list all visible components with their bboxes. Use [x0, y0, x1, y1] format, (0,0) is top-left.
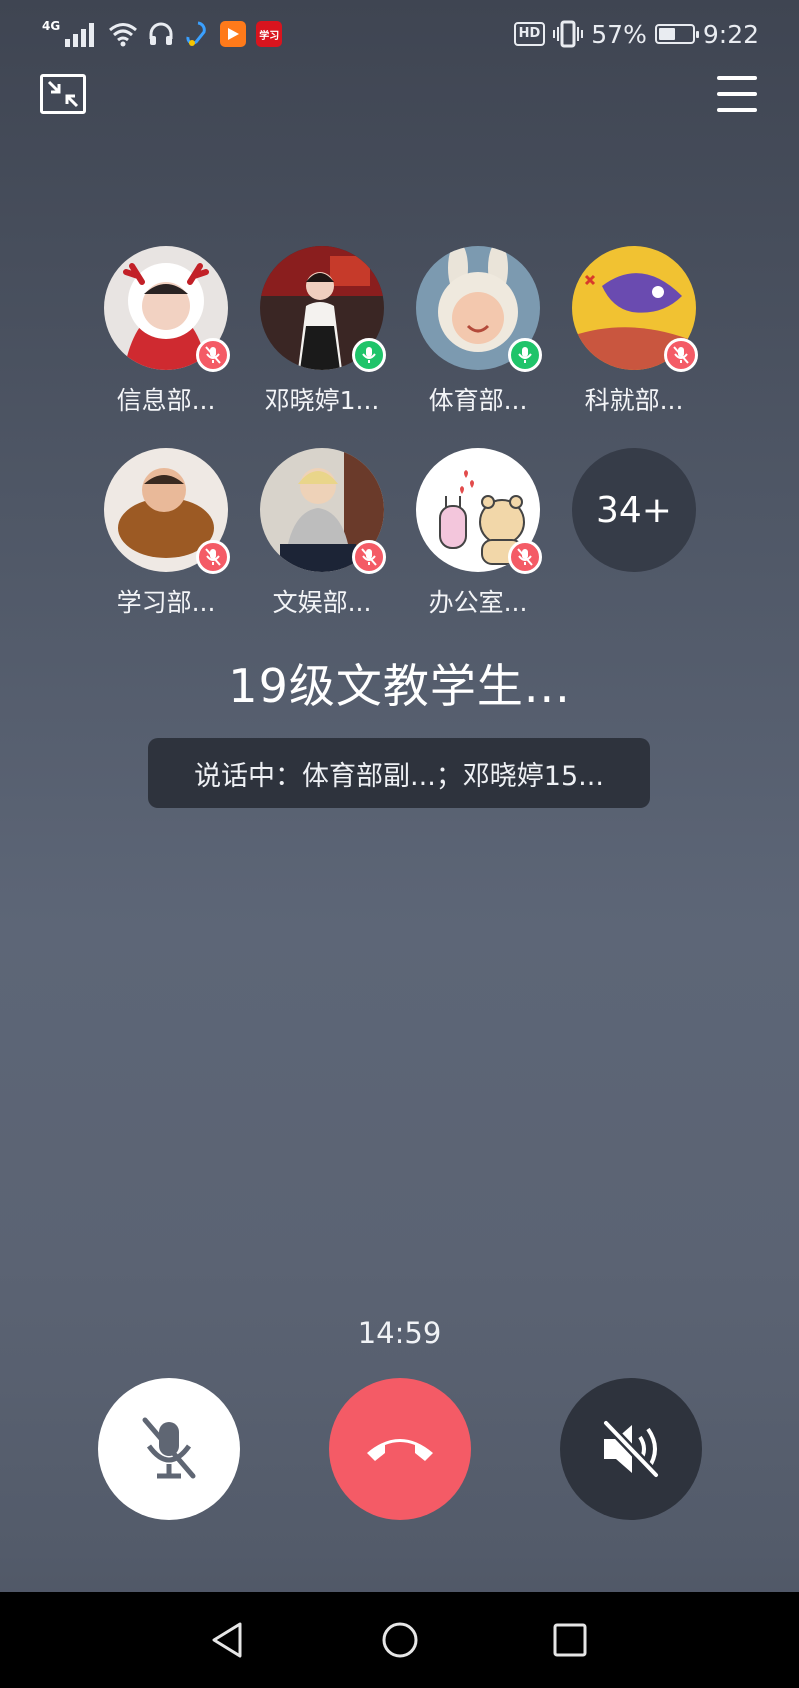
battery-fill	[658, 28, 676, 40]
mic-muted-icon	[352, 540, 386, 574]
battery-percent: 57%	[591, 19, 647, 49]
mic-muted-icon	[508, 540, 542, 574]
menu-button[interactable]	[717, 74, 757, 114]
speaker-button[interactable]	[560, 1378, 702, 1520]
app-play-icon	[220, 21, 247, 47]
home-icon	[382, 1622, 418, 1658]
recents-icon	[553, 1623, 587, 1657]
battery-icon	[654, 24, 699, 44]
back-icon	[212, 1622, 242, 1658]
menu-line	[717, 76, 757, 80]
mic-muted-icon	[196, 540, 230, 574]
speaking-indicator: 说话中：体育部副...；邓晓婷15...	[148, 738, 650, 808]
home-button[interactable]	[380, 1620, 420, 1660]
status-bar-left: 4G 学习	[42, 16, 283, 52]
participant[interactable]: 文娱部...	[260, 448, 386, 620]
participant-name: 办公室...	[428, 588, 528, 617]
clock: 9:22	[702, 19, 759, 49]
status-bar: 4G 学习 HD 57% 9:22	[0, 0, 799, 70]
call-timer: 14:59	[357, 1316, 442, 1350]
more-participants[interactable]: 34+	[572, 448, 696, 620]
shrink-icon	[47, 80, 79, 108]
wifi-icon	[109, 23, 138, 47]
back-button[interactable]	[208, 1620, 248, 1660]
app-study-icon: 学习	[256, 21, 283, 47]
participant-name: 体育部...	[428, 386, 528, 415]
more-participants-count[interactable]: 34+	[572, 448, 696, 572]
participant-name: 学习部...	[116, 588, 216, 617]
participant-name: 文娱部...	[272, 588, 372, 617]
participant[interactable]: 邓晓婷1...	[260, 246, 386, 418]
mic-muted-icon	[196, 338, 230, 372]
mic-active-icon	[508, 338, 542, 372]
mic-muted-icon	[664, 338, 698, 372]
menu-line	[717, 108, 757, 112]
group-title: 19级文教学生...	[228, 659, 571, 713]
participant-name: 邓晓婷1...	[264, 386, 380, 415]
participant[interactable]: 科就部...	[572, 246, 698, 418]
app-study-label: 学习	[259, 30, 280, 42]
menu-line	[717, 92, 757, 96]
mute-button[interactable]	[98, 1378, 240, 1520]
participant[interactable]: 体育部...	[416, 246, 542, 418]
minimize-button[interactable]	[40, 74, 86, 114]
participants-grid: 信息部... 邓晓婷1... 体育部... 科就部... 学习部... 文娱部.…	[104, 246, 700, 620]
participant-name: 信息部...	[116, 386, 216, 415]
signal-icon	[65, 23, 95, 47]
participant-name: 科就部...	[584, 386, 684, 415]
speaker-off-icon	[602, 1419, 660, 1479]
network-type: 4G	[42, 19, 61, 33]
mic-active-icon	[352, 338, 386, 372]
mic-off-icon	[142, 1417, 196, 1479]
hd-icon: HD	[513, 22, 546, 46]
status-bar-right: HD 57% 9:22	[513, 16, 759, 52]
participant[interactable]: 办公室...	[416, 448, 542, 620]
participant[interactable]: 学习部...	[104, 448, 230, 620]
navigation-bar	[0, 1592, 799, 1688]
recents-button[interactable]	[550, 1620, 590, 1660]
vibrate-icon	[553, 20, 584, 48]
phone-hangup-icon	[367, 1439, 433, 1461]
hang-up-button[interactable]	[329, 1378, 471, 1520]
app-hook-icon	[186, 21, 206, 46]
participant[interactable]: 信息部...	[104, 246, 230, 418]
headphones-icon	[149, 22, 173, 45]
